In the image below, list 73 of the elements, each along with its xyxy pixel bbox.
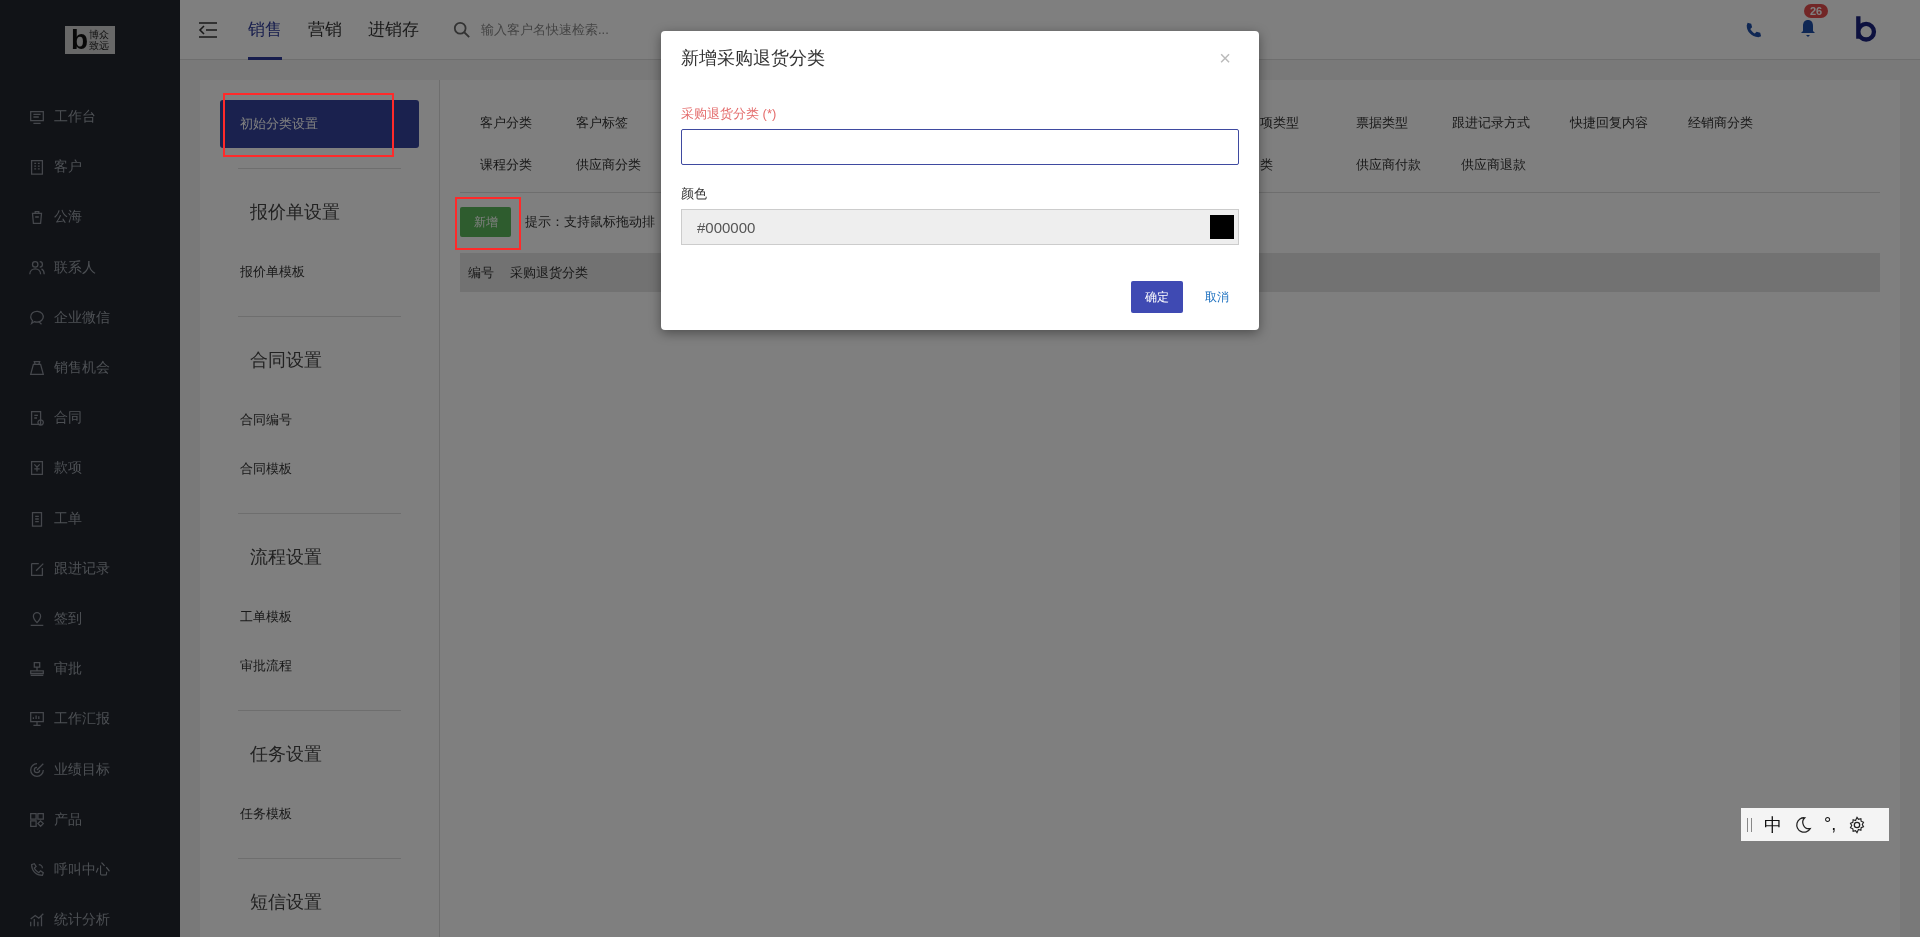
sidebar-item[interactable]: 联系人 [0,242,180,293]
phone-icon[interactable] [1744,20,1762,39]
menu-item-icon [28,760,46,779]
sidebar-item[interactable]: 客户 [0,142,180,193]
menu-item-icon [28,258,46,277]
settings-nav-item[interactable]: 合同模板 [220,444,419,493]
category-tab[interactable]: 供应商退款 [1441,156,1546,174]
nav-tab[interactable]: 销售 [248,0,282,60]
color-field[interactable]: #000000 [681,209,1239,245]
menu-item-icon [28,308,46,327]
category-tab[interactable]: 课程分类 [460,156,556,174]
settings-nav-item[interactable]: 报价单模板 [220,247,419,296]
sidebar-item[interactable]: 业绩目标 [0,744,180,795]
settings-nav-item[interactable]: 审批流程 [220,641,419,690]
sidebar-item[interactable]: 销售机会 [0,342,180,394]
section-heading: 报价单设置 [249,201,341,224]
settings-nav-item[interactable]: 合同编号 [220,395,419,444]
hint-text: 提示：支持鼠标拖动排 [525,213,655,231]
section-heading: 任务设置 [249,743,323,766]
category-tab[interactable]: 客户标签 [556,114,652,132]
menu-item-icon [28,459,46,478]
highlight-frame [455,197,521,250]
search-icon [453,20,471,39]
notification-badge: 26 [1804,3,1829,18]
menu-icon[interactable] [198,21,218,38]
category-tab[interactable]: 供应商分类 [556,156,661,174]
sidebar-item[interactable]: 跟进记录 [0,543,180,594]
menu-item-icon [28,710,46,729]
sidebar-item[interactable]: 审批 [0,644,180,695]
menu-item-icon [28,409,46,428]
settings-nav-item[interactable]: 工单模板 [220,592,419,641]
moon-icon[interactable] [1794,815,1812,834]
category-tab[interactable]: 票据类型 [1336,114,1432,132]
sidebar-item[interactable]: 工单 [0,493,180,544]
menu-item-icon [28,860,46,879]
category-tab[interactable]: 快捷回复内容 [1550,114,1668,132]
sidebar-item[interactable]: 企业微信 [0,292,180,343]
column-header: 编号 [468,263,494,282]
column-header: 采购退货分类 [510,263,588,282]
sidebar-item[interactable]: 工作台 [0,92,180,143]
dialog-title: 新增采购退货分类 [681,47,825,70]
settings-icon[interactable] [1848,815,1867,834]
menu-item-icon [28,158,46,177]
section-heading: 合同设置 [249,349,323,372]
sidebar-item[interactable]: 公海 [0,192,180,243]
color-swatch[interactable] [1210,215,1234,239]
category-tab[interactable]: 经销商分类 [1668,114,1773,132]
sidebar-item[interactable]: 统计分析 [0,895,180,937]
menu-item-icon [28,609,46,628]
sidebar-item[interactable]: 签到 [0,593,180,645]
field-label: 采购退货分类 (*) [681,105,778,123]
menu-item-icon [28,810,46,829]
punctuation-toggle[interactable]: °, [1824,814,1837,835]
settings-nav-item[interactable]: 初始分类设置 [220,100,419,148]
confirm-button[interactable]: 确定 [1131,281,1183,313]
settings-nav-item[interactable]: 任务模板 [220,789,419,838]
section-heading: 短信设置 [249,891,323,914]
menu-item-icon [28,108,46,127]
menu-item-icon [28,660,46,679]
category-tab[interactable]: 跟进记录方式 [1432,114,1550,132]
category-tab[interactable]: 客户分类 [460,114,556,132]
nav-tab[interactable]: 营销 [308,0,342,60]
menu-item-icon [28,359,46,378]
section-heading: 流程设置 [249,546,323,569]
sidebar-item[interactable]: 工作汇报 [0,694,180,745]
field-label: 颜色 [681,185,708,203]
input-field[interactable] [681,129,1239,165]
nav-tab[interactable]: 进销存 [368,0,419,60]
category-tab[interactable]: 供应商付款 [1336,156,1441,174]
cancel-link[interactable]: 取消 [1205,288,1229,306]
sidebar-item[interactable]: 产品 [0,794,180,845]
input-mode-toggle[interactable]: 中 [1764,812,1782,837]
sidebar-item[interactable]: 款项 [0,443,180,494]
